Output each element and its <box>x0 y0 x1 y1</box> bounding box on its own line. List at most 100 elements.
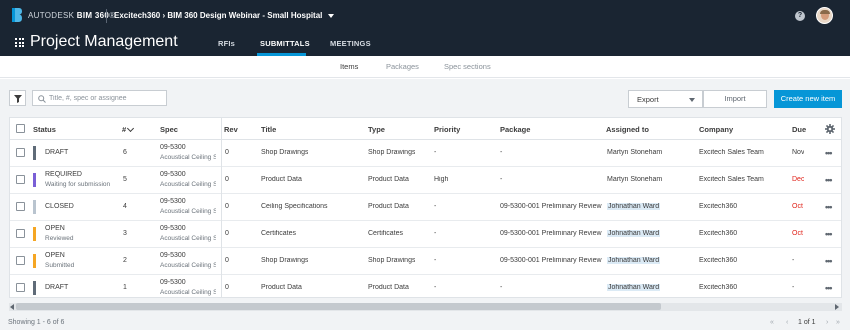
column-type[interactable]: Type <box>368 125 385 134</box>
status-sublabel: Reviewed <box>45 235 74 242</box>
item-number: 6 <box>123 149 127 156</box>
assigned-to[interactable]: Johnathan Ward <box>607 203 661 210</box>
last-page-icon[interactable]: » <box>836 319 840 326</box>
table-row[interactable]: DRAFT 1 09-5300 Acoustical Ceiling Suspensi… <box>10 275 841 297</box>
app-grid-icon[interactable] <box>15 38 24 47</box>
project-name: BIM 360 Design Webinar - Small Hospital <box>167 11 323 20</box>
spec-code: 09-5300 <box>160 144 186 151</box>
item-type: Product Data <box>368 284 409 291</box>
filter-icon <box>14 95 22 103</box>
assigned-to[interactable]: Martyn Stoneham <box>607 149 662 156</box>
export-dropdown[interactable]: Export <box>628 90 703 108</box>
scroll-left-icon[interactable] <box>10 304 14 310</box>
import-button[interactable]: Import <box>703 90 767 108</box>
assigned-to[interactable]: Johnathan Ward <box>607 230 661 237</box>
item-title[interactable]: Shop Drawings <box>261 257 308 264</box>
help-icon[interactable]: ? <box>795 11 805 21</box>
bim360-logo-icon[interactable] <box>12 8 22 22</box>
tab-rfis[interactable]: RFIs <box>218 39 235 48</box>
item-type: Shop Drawings <box>368 149 416 156</box>
item-title[interactable]: Ceiling Specifications <box>261 203 328 210</box>
export-label: Export <box>637 95 659 104</box>
column-rev[interactable]: Rev <box>224 125 238 134</box>
filter-button[interactable] <box>9 90 26 106</box>
gear-icon[interactable] <box>825 124 835 134</box>
company: Excitech Sales Team <box>699 176 764 183</box>
more-actions-icon[interactable]: ••• <box>825 149 833 158</box>
item-title[interactable]: Shop Drawings <box>261 149 308 156</box>
column-assigned-to[interactable]: Assigned to <box>606 125 649 134</box>
item-package: - <box>500 284 503 291</box>
status-label: REQUIRED <box>45 171 82 178</box>
spec-name: Acoustical Ceiling Suspension <box>160 208 216 215</box>
row-checkbox[interactable] <box>16 229 25 238</box>
item-title[interactable]: Certificates <box>261 230 296 237</box>
column-status[interactable]: Status <box>33 125 56 134</box>
due-date: - <box>792 257 795 264</box>
more-actions-icon[interactable]: ••• <box>825 176 833 185</box>
main-content: Export Import Create new item Status # S… <box>0 79 850 330</box>
table-row[interactable]: CLOSED 4 09-5300 Acoustical Ceiling Suspens… <box>10 194 841 221</box>
avatar[interactable] <box>816 7 833 24</box>
item-priority: - <box>434 257 437 264</box>
column-due[interactable]: Due <box>792 125 806 134</box>
project-selector[interactable]: Excitech360 › BIM 360 Design Webinar - S… <box>114 11 334 20</box>
table-row[interactable]: OPEN Submitted 2 09-5300 Acoustical Ceiling … <box>10 248 841 275</box>
column-title[interactable]: Title <box>261 125 276 134</box>
subtab-packages[interactable]: Packages <box>386 62 419 71</box>
revision: 0 <box>225 176 229 183</box>
assigned-to[interactable]: Johnathan Ward <box>607 257 661 264</box>
table-row[interactable]: OPEN Reviewed 3 09-5300 Acoustical Ceiling S… <box>10 221 841 248</box>
account-name: Excitech360 <box>114 11 161 20</box>
item-priority: - <box>434 149 437 156</box>
select-all-checkbox[interactable] <box>16 124 25 133</box>
revision: 0 <box>225 284 229 291</box>
status-label: CLOSED <box>45 203 74 210</box>
first-page-icon[interactable]: « <box>770 319 774 326</box>
item-package: 09-5300-001 Preliminary Review <box>500 230 602 237</box>
sub-tabs: Items Packages Spec sections <box>0 56 850 78</box>
horizontal-scrollbar[interactable] <box>0 302 850 311</box>
company: Excitech Sales Team <box>699 149 764 156</box>
item-number: 5 <box>123 176 127 183</box>
table-row[interactable]: DRAFT 6 09-5300 Acoustical Ceiling Suspensi… <box>10 140 841 167</box>
more-actions-icon[interactable]: ••• <box>825 284 833 293</box>
item-priority: - <box>434 230 437 237</box>
row-checkbox[interactable] <box>16 256 25 265</box>
row-checkbox[interactable] <box>16 175 25 184</box>
more-actions-icon[interactable]: ••• <box>825 257 833 266</box>
assigned-to[interactable]: Johnathan Ward <box>607 284 661 291</box>
row-checkbox[interactable] <box>16 148 25 157</box>
tab-meetings[interactable]: MEETINGS <box>330 39 371 48</box>
create-new-item-button[interactable]: Create new item <box>774 90 842 108</box>
item-number: 3 <box>123 230 127 237</box>
status-sublabel: Waiting for submission <box>45 181 111 188</box>
column-package[interactable]: Package <box>500 125 530 134</box>
subtab-spec-sections[interactable]: Spec sections <box>444 62 491 71</box>
header-separator <box>106 9 107 23</box>
search-input[interactable] <box>49 92 164 104</box>
item-title[interactable]: Product Data <box>261 284 302 291</box>
column-priority[interactable]: Priority <box>434 125 460 134</box>
scroll-right-icon[interactable] <box>835 304 839 310</box>
item-package: 09-5300-001 Preliminary Review <box>500 257 602 264</box>
tab-submittals[interactable]: SUBMITTALS <box>260 39 310 48</box>
column-number[interactable]: # <box>122 124 135 134</box>
assigned-to[interactable]: Martyn Stoneham <box>607 176 662 183</box>
more-actions-icon[interactable]: ••• <box>825 203 833 212</box>
item-priority: High <box>434 176 449 183</box>
column-spec[interactable]: Spec <box>160 125 178 134</box>
table-row[interactable]: REQUIRED Waiting for submission 5 09-5300 Ac… <box>10 167 841 194</box>
previous-page-icon[interactable]: ‹ <box>786 319 788 326</box>
scrollbar-thumb[interactable] <box>16 303 661 310</box>
item-priority: - <box>434 284 437 291</box>
item-number: 4 <box>123 203 127 210</box>
more-actions-icon[interactable]: ••• <box>825 230 833 239</box>
item-title[interactable]: Product Data <box>261 176 302 183</box>
spec-name: Acoustical Ceiling Suspension <box>160 154 216 161</box>
row-checkbox[interactable] <box>16 283 25 292</box>
subtab-items[interactable]: Items <box>340 62 358 71</box>
column-company[interactable]: Company <box>699 125 733 134</box>
row-checkbox[interactable] <box>16 202 25 211</box>
next-page-icon[interactable]: › <box>826 319 828 326</box>
